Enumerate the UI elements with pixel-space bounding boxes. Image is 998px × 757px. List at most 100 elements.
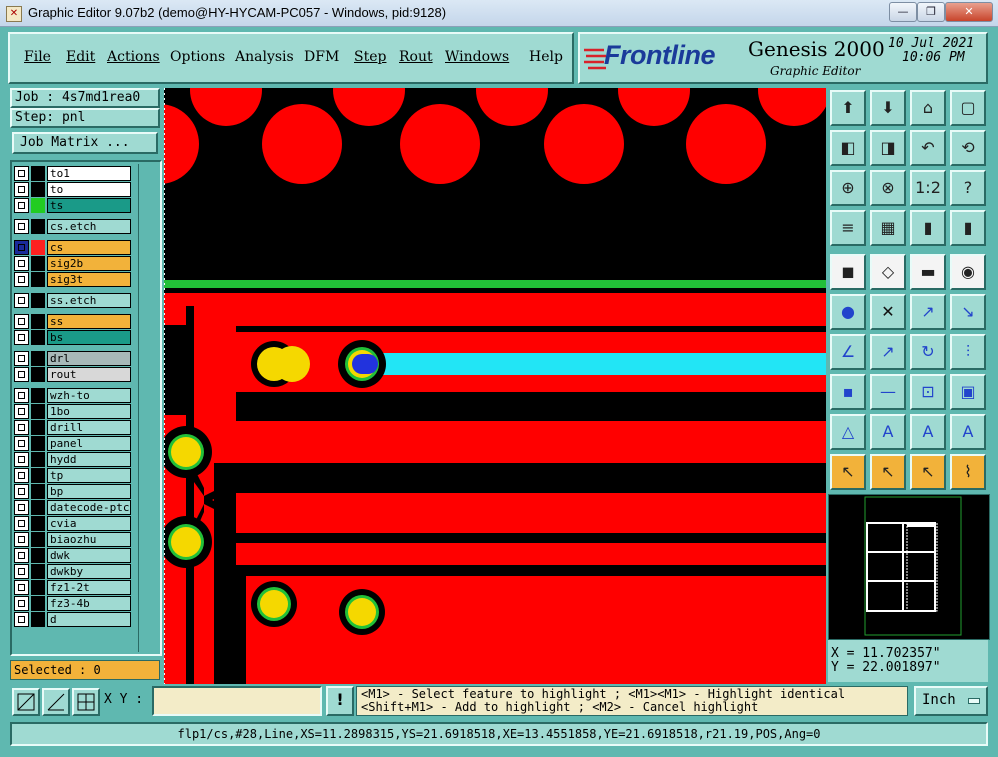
pcb-layout[interactable] [164,88,826,684]
line-draw-icon[interactable]: ↗ [870,334,906,370]
layer-row-drl[interactable]: drl [14,351,132,366]
layer-name[interactable]: tp [47,468,131,483]
layer-checkbox[interactable] [14,612,29,627]
layer-color-swatch[interactable] [31,404,45,419]
ruler-icon[interactable]: ▬ [910,254,946,290]
layer-row-hydd[interactable]: hydd [14,452,132,467]
layer-name[interactable]: cs.etch [47,219,131,234]
polygon-icon[interactable]: ◇ [870,254,906,290]
angle-icon[interactable]: ∠ [830,334,866,370]
layer-row-ts[interactable]: ts [14,198,132,213]
layer-checkbox[interactable] [14,166,29,181]
layer-row-fz3-4b[interactable]: fz3-4b [14,596,132,611]
layer-color-swatch[interactable] [31,484,45,499]
pan-left-icon[interactable]: ◧ [830,130,866,166]
layer-row-dwk[interactable]: dwk [14,548,132,563]
layer-color-swatch[interactable] [31,314,45,329]
overview-map[interactable] [828,494,990,640]
layer-name[interactable]: cvia [47,516,131,531]
select-feature-icon[interactable]: ◼ [830,254,866,290]
mirror-icon[interactable]: ⫶ [950,334,986,370]
menu-analysis[interactable]: Analysis [235,49,294,65]
layer-list-scrollbar[interactable] [138,164,159,652]
delete-node-icon[interactable]: ✕ [870,294,906,330]
layer-checkbox[interactable] [14,219,29,234]
measure-icon[interactable] [42,688,70,716]
layer-row-drill[interactable]: drill [14,420,132,435]
line-add-icon[interactable]: — [870,374,906,410]
layer-checkbox[interactable] [14,351,29,366]
highlighted-line[interactable] [366,353,826,375]
layer-checkbox[interactable] [14,564,29,579]
layer-row-datecode-ptc[interactable]: datecode-ptc [14,500,132,515]
menu-actions[interactable]: Actions [107,49,160,65]
layer-name[interactable]: wzh-to [47,388,131,403]
xy-input[interactable] [152,686,322,716]
layer-filter-icon[interactable]: ▮ [910,210,946,246]
layer-color-swatch[interactable] [31,532,45,547]
layer-checkbox[interactable] [14,452,29,467]
layer-row-wzh-to[interactable]: wzh-to [14,388,132,403]
layer-name[interactable]: panel [47,436,131,451]
node-icon[interactable]: ● [830,294,866,330]
layer-row-d[interactable]: d [14,612,132,627]
menu-edit[interactable]: Edit [66,49,95,65]
layer-name[interactable]: bp [47,484,131,499]
connect-icon[interactable]: ↘ [950,294,986,330]
pan-right-icon[interactable]: ◨ [870,130,906,166]
maximize-button[interactable]: ❐ [917,2,945,22]
layer-checkbox[interactable] [14,330,29,345]
minimize-button[interactable]: — [889,2,917,22]
layer-checkbox[interactable] [14,182,29,197]
layer-checkbox[interactable] [14,596,29,611]
layer-color-swatch[interactable] [31,436,45,451]
menu-step[interactable]: Step [354,49,386,65]
layer-name[interactable]: cs [47,240,131,255]
layer-name[interactable]: drl [47,351,131,366]
surface-icon[interactable]: ⊡ [910,374,946,410]
job-matrix-button[interactable]: Job Matrix ... [12,132,158,154]
component-icon[interactable]: ▣ [950,374,986,410]
layer-color-swatch[interactable] [31,516,45,531]
layer-row-to1[interactable]: to1 [14,166,132,181]
layer-name[interactable]: to1 [47,166,131,181]
layer-checkbox[interactable] [14,580,29,595]
layer-color-swatch[interactable] [31,330,45,345]
layer-row-biaozhu[interactable]: biaozhu [14,532,132,547]
layer-checkbox[interactable] [14,314,29,329]
layer-checkbox[interactable] [14,468,29,483]
layer-color-swatch[interactable] [31,452,45,467]
layer-name[interactable]: datecode-ptc [47,500,131,515]
layer-color-swatch[interactable] [31,219,45,234]
layer-row-cs.etch[interactable]: cs.etch [14,219,132,234]
layer-row-dwkby[interactable]: dwkby [14,564,132,579]
pointer-box-icon[interactable]: ↖ [870,454,906,490]
layer-row-bs[interactable]: bs [14,330,132,345]
ratio-icon[interactable]: 1:2 [910,170,946,206]
units-dropdown[interactable]: Inch [914,686,988,716]
layer-row-to[interactable]: to [14,182,132,197]
triangle-d-icon[interactable]: A [950,414,986,450]
layer-name[interactable]: ss [47,314,131,329]
layer-checkbox[interactable] [14,388,29,403]
layer-checkbox[interactable] [14,293,29,308]
layer-color-swatch[interactable] [31,240,45,255]
layer-color-swatch[interactable] [31,198,45,213]
menu-help[interactable]: Help [529,49,563,65]
layer-row-tp[interactable]: tp [14,468,132,483]
layer-color-swatch[interactable] [31,500,45,515]
layer-checkbox[interactable] [14,516,29,531]
layer-color-swatch[interactable] [31,166,45,181]
layer-row-cvia[interactable]: cvia [14,516,132,531]
layer-name[interactable]: d [47,612,131,627]
help-icon[interactable]: ? [950,170,986,206]
layer-color-swatch[interactable] [31,351,45,366]
layer-row-sig2b[interactable]: sig2b [14,256,132,271]
layer-row-fz1-2t[interactable]: fz1-2t [14,580,132,595]
layer-row-ss.etch[interactable]: ss.etch [14,293,132,308]
triangle-b-icon[interactable]: A [870,414,906,450]
pad-add-icon[interactable]: ▪ [830,374,866,410]
layer-color-swatch[interactable] [31,388,45,403]
layer-row-sig3t[interactable]: sig3t [14,272,132,287]
layer-checkbox[interactable] [14,404,29,419]
